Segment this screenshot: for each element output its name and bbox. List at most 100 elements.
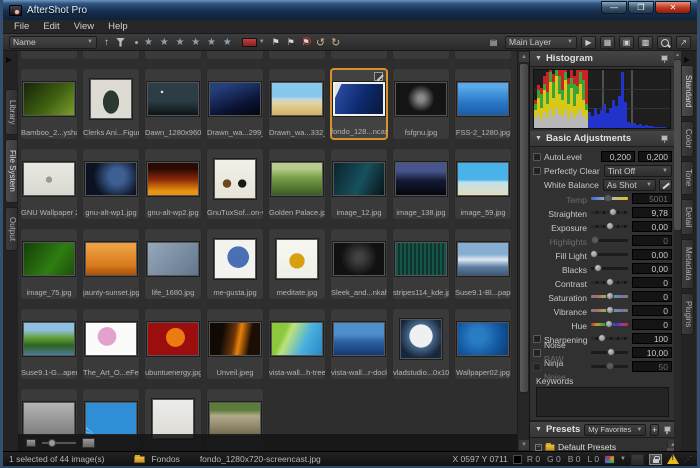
flag-reject-icon[interactable]: ⚑: [302, 37, 310, 48]
tab-file-system[interactable]: File System: [5, 139, 18, 203]
thumbnail-cell[interactable]: meditate.jpg: [268, 228, 326, 300]
image-view-icon[interactable]: ▩: [638, 36, 653, 49]
saturation-slider[interactable]: [591, 295, 628, 298]
slider-handle[interactable]: [48, 439, 56, 447]
noise-ninja-slider[interactable]: [591, 351, 628, 354]
hue-slider[interactable]: [591, 323, 628, 326]
thumbnail-cell[interactable]: ·····_······.jpg: [20, 51, 78, 60]
thumbnail-cell[interactable]: gnu-alt-wp2.jpg: [144, 148, 202, 220]
sort-ascending-icon[interactable]: ↑: [104, 36, 109, 49]
fill-light-slider[interactable]: [591, 253, 628, 256]
tab-metadata[interactable]: Metadata: [681, 239, 694, 289]
temp-slider[interactable]: [591, 197, 628, 200]
thumbnail-cell[interactable]: image_59.jpg: [454, 148, 512, 220]
blacks-slider[interactable]: [591, 267, 628, 270]
collapse-arrow-icon[interactable]: ▶: [684, 55, 690, 64]
thumbnail-cell[interactable]: ubuntuenergy.jpg: [144, 308, 202, 380]
sharpening-value[interactable]: 100: [632, 333, 672, 344]
contrast-slider[interactable]: [591, 281, 628, 284]
autolevel-high-value[interactable]: 0,200: [638, 151, 672, 162]
slider-handle[interactable]: [604, 194, 612, 202]
favorites-dropdown[interactable]: My Favorites ▼: [584, 424, 646, 436]
sharpening-slider[interactable]: [591, 337, 628, 340]
hue-value[interactable]: 0: [632, 319, 672, 330]
dual-monitor-icon[interactable]: [631, 454, 644, 465]
thumbnail-cell[interactable]: The_Art_O...eFear.jpg: [82, 308, 140, 380]
layers-icon[interactable]: ▤: [486, 36, 501, 49]
menu-file[interactable]: File: [7, 21, 36, 32]
star-rating-filter[interactable]: ★ ★ ★ ★ ★ ★: [144, 37, 234, 48]
thumbnail-cell[interactable]: image_138.jpg: [392, 148, 450, 220]
histogram-header[interactable]: ▼ Histogram: [530, 51, 674, 67]
perfectly-clear-checkbox[interactable]: [533, 167, 541, 175]
saturation-value[interactable]: 0: [632, 291, 672, 302]
scrollbar-thumb[interactable]: [667, 448, 674, 451]
slider-handle[interactable]: [590, 250, 598, 258]
sharpening-checkbox[interactable]: [533, 335, 541, 343]
thumbnail-cell[interactable]: Sleek_and...nkahn.jpg: [330, 228, 388, 300]
thumbnail-cell[interactable]: ·······.jpg: [268, 51, 326, 60]
thumbnail-cell[interactable]: Clerks Ani...Figure.jpg: [82, 68, 140, 140]
presets-scrollbar[interactable]: ▲: [667, 440, 674, 451]
collapse-triangle-icon[interactable]: ▼: [535, 55, 542, 62]
tab-output[interactable]: Output: [5, 207, 18, 251]
slider-handle[interactable]: [591, 236, 599, 244]
preset-root-row[interactable]: − Default Presets: [535, 441, 666, 451]
large-thumbnail-icon[interactable]: [82, 438, 95, 448]
slider-handle[interactable]: [607, 348, 615, 356]
chevron-down-icon[interactable]: ▼: [259, 36, 265, 49]
current-folder[interactable]: Fondos: [151, 454, 179, 464]
rotate-right-icon[interactable]: ↻: [331, 36, 340, 49]
raw-noise-checkbox[interactable]: [533, 363, 541, 371]
thumbnail-cell[interactable]: fsfgnu.jpg: [392, 68, 450, 140]
menu-help[interactable]: Help: [101, 21, 135, 32]
contrast-value[interactable]: 0: [632, 277, 672, 288]
scrollbar-thumb[interactable]: [519, 63, 529, 393]
collapse-triangle-icon[interactable]: ▼: [535, 135, 542, 142]
tint-dropdown[interactable]: Tint Off ▼: [604, 165, 672, 177]
tab-tone[interactable]: Tone: [681, 161, 694, 195]
small-thumbnail-icon[interactable]: [26, 439, 36, 447]
scroll-up-icon[interactable]: ▲: [674, 51, 681, 59]
fill-light-value[interactable]: 0,00: [632, 249, 672, 260]
thumbnail-cell[interactable]: ····_·······.jpg: [82, 51, 140, 60]
collapse-triangle-icon[interactable]: ▼: [535, 426, 542, 433]
thumbnail-cell[interactable]: Bamboo_2...ysha.jpg: [20, 68, 78, 140]
thumbnail-cell[interactable]: ·····_····.jpg: [144, 51, 202, 60]
exposure-value[interactable]: 0,00: [632, 221, 672, 232]
slideshow-icon[interactable]: ▶: [581, 36, 596, 49]
pin-icon[interactable]: [660, 54, 669, 63]
flag-unflag-icon[interactable]: ⚑: [287, 37, 295, 48]
collapse-arrow-icon[interactable]: ▶: [6, 55, 12, 64]
raw-noise-value[interactable]: 50: [632, 361, 672, 372]
pin-icon[interactable]: [663, 425, 669, 434]
thumbnail-cell[interactable]: Unveil.jpeg: [206, 308, 264, 380]
tab-standard[interactable]: Standard: [681, 65, 694, 117]
vibrance-value[interactable]: 0: [632, 305, 672, 316]
straighten-slider[interactable]: [591, 211, 628, 214]
thumbnail-cell[interactable]: ·····.jpg: [330, 51, 388, 60]
white-balance-dropdown[interactable]: As Shot ▼: [603, 179, 656, 191]
tab-plugins[interactable]: Plugins: [681, 293, 694, 335]
thumbnail-cell[interactable]: Drawn_wa...299_.jpg: [206, 68, 264, 140]
slider-handle[interactable]: [605, 320, 613, 328]
tab-color[interactable]: Color: [681, 121, 694, 157]
color-label-swatch[interactable]: [242, 38, 257, 47]
thumbnail-cell[interactable]: Suse9.1-Bl...papers.jpg: [454, 228, 512, 300]
thumbnail-cell[interactable]: GNU Wallpaper 2.jpg: [20, 148, 78, 220]
vibrance-slider[interactable]: [591, 309, 628, 312]
keywords-input[interactable]: [536, 387, 669, 417]
slider-handle[interactable]: [606, 278, 614, 286]
thumbnail-cell[interactable]: fondo_128...ncast.jpg: [330, 68, 388, 140]
lock-icon[interactable]: [649, 454, 662, 465]
noise-ninja-checkbox[interactable]: [533, 349, 541, 357]
warning-icon[interactable]: [667, 454, 679, 464]
thumbnail-cell[interactable]: ······.jpg: [454, 51, 512, 60]
basic-adjustments-header[interactable]: ▼ Basic Adjustments: [530, 131, 674, 147]
scroll-up-icon[interactable]: ▲: [519, 52, 529, 62]
thumbnail-cell[interactable]: image_75.jpg: [20, 228, 78, 300]
layer-selector-dropdown[interactable]: Main Layer▼: [505, 36, 577, 49]
tab-library[interactable]: Library: [5, 89, 18, 135]
straighten-value[interactable]: 9,78: [632, 207, 672, 218]
color-profile-icon[interactable]: [604, 455, 615, 464]
